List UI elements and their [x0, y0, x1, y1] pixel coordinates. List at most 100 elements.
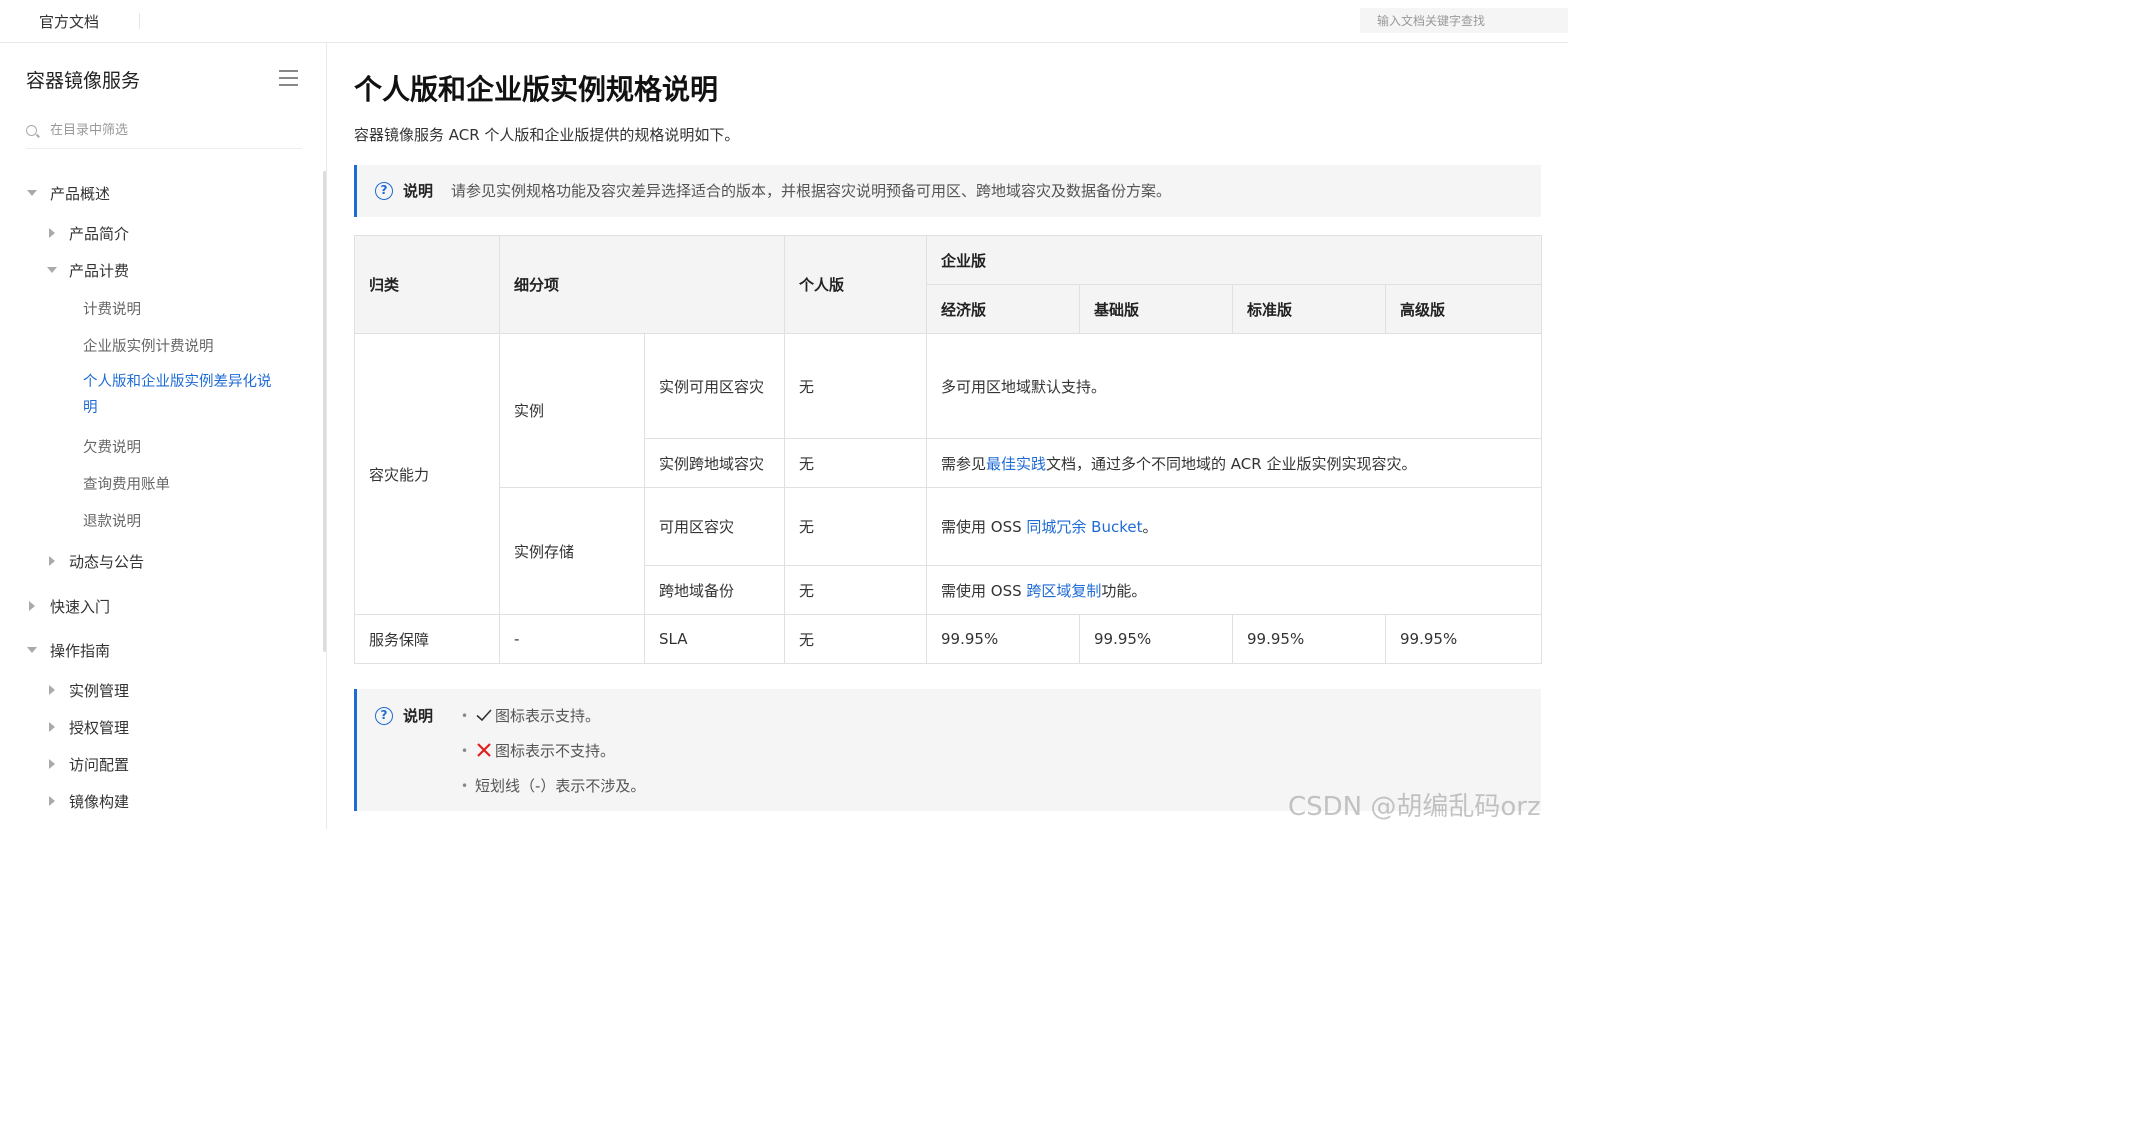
- cell-text: 需使用 OSS: [941, 518, 1027, 536]
- intro-text: 容器镜像服务 ACR 个人版和企业版提供的规格说明如下。: [354, 126, 740, 144]
- cell-text: 需参见: [941, 454, 987, 473]
- spec-table: 归类 细分项 个人版 企业版 经济版 基础版 标准版 高级版 容灾能力 实例 实…: [354, 235, 1542, 664]
- best-practice-link[interactable]: 最佳实践: [986, 455, 1046, 473]
- list-item-text: 短划线（-）表示不涉及。: [475, 777, 646, 795]
- sidebar-filter-input[interactable]: [50, 120, 290, 140]
- header-personal: 个人版: [784, 235, 927, 334]
- cell-text: 文档，通过多个不同地域的 ACR 企业版实例实现容灾。: [1046, 454, 1417, 473]
- top-bar: 官方文档: [0, 0, 1568, 43]
- cell-region-dr-personal: 无: [784, 438, 927, 488]
- caret-right-icon[interactable]: [49, 759, 55, 769]
- sidebar-item-auth[interactable]: 授权管理: [69, 717, 129, 738]
- sidebar-item-refund[interactable]: 退款说明: [83, 510, 141, 531]
- sidebar-filter[interactable]: [26, 116, 302, 149]
- header-enterprise: 企业版: [926, 235, 1542, 285]
- list-item-text: 图标表示不支持。: [495, 742, 616, 760]
- sidebar-item-guide[interactable]: 操作指南: [50, 640, 110, 661]
- doc-search-input[interactable]: [1360, 8, 1568, 33]
- brand-link[interactable]: 官方文档: [39, 11, 99, 32]
- legend-list: 图标表示支持。 图标表示不支持。 短划线（-）表示不涉及。: [461, 705, 646, 810]
- caret-down-icon[interactable]: [27, 190, 37, 196]
- note-label: 说明: [403, 707, 434, 725]
- cell-instance: 实例: [499, 333, 645, 488]
- divider: [139, 13, 140, 29]
- table-row: 服务保障 - SLA 无 99.95% 99.95% 99.95% 99.95%: [354, 614, 1542, 664]
- page-title: 个人版和企业版实例规格说明: [354, 73, 719, 106]
- sidebar-item-build[interactable]: 镜像构建: [69, 791, 129, 812]
- cell-az-dr-enterprise: 多可用区地域默认支持。: [926, 333, 1542, 439]
- cell-region-dr-enterprise: 需参见最佳实践文档，通过多个不同地域的 ACR 企业版实例实现容灾。: [926, 438, 1542, 488]
- cell-text: 需使用 OSS: [941, 581, 1027, 600]
- sidebar-item-enterprise-billing[interactable]: 企业版实例计费说明: [83, 335, 214, 356]
- cell-storage-az: 可用区容灾: [644, 487, 785, 566]
- sidebar-item-arrears[interactable]: 欠费说明: [83, 436, 141, 457]
- sidebar-item-overview[interactable]: 产品概述: [50, 183, 110, 204]
- cell-sla-standard: 99.95%: [1232, 614, 1386, 664]
- list-item: 图标表示不支持。: [461, 740, 645, 775]
- sidebar-item-billing-desc[interactable]: 计费说明: [83, 298, 141, 319]
- cell-az-dr-personal: 无: [784, 333, 927, 439]
- cell-text: 。: [1142, 518, 1158, 536]
- list-item: 短划线（-）表示不涉及。: [461, 775, 646, 810]
- zrs-bucket-link[interactable]: 同城冗余 Bucket: [1026, 518, 1142, 536]
- sidebar-item-quickstart[interactable]: 快速入门: [50, 596, 110, 617]
- caret-right-icon[interactable]: [49, 556, 55, 566]
- cell-az-dr: 实例可用区容灾: [644, 333, 785, 439]
- cell-storage-region-enterprise: 需使用 OSS 跨区域复制功能。: [926, 565, 1542, 615]
- sidebar-item-access[interactable]: 访问配置: [69, 754, 129, 775]
- sidebar-scrollbar[interactable]: [323, 171, 326, 652]
- cell-service: 服务保障: [354, 614, 500, 664]
- cell-sla: SLA: [644, 614, 785, 664]
- sidebar-item-bills[interactable]: 查询费用账单: [83, 473, 170, 494]
- cell-sla-advanced: 99.95%: [1385, 614, 1542, 664]
- header-standard: 标准版: [1232, 284, 1386, 334]
- header-category: 归类: [354, 235, 500, 334]
- question-icon: ?: [375, 182, 393, 200]
- header-basic: 基础版: [1079, 284, 1233, 334]
- cross-icon: [477, 743, 491, 757]
- caret-right-icon[interactable]: [49, 796, 55, 806]
- sidebar-item-intro[interactable]: 产品简介: [69, 223, 129, 244]
- caret-right-icon[interactable]: [49, 685, 55, 695]
- cell-storage: 实例存储: [499, 487, 645, 615]
- header-economy: 经济版: [926, 284, 1080, 334]
- cell-sla-basic: 99.95%: [1079, 614, 1233, 664]
- note-text: 请参见实例规格功能及容灾差异选择适合的版本，并根据容灾说明预备可用区、跨地域容灾…: [451, 182, 1172, 200]
- cell-service-sub: -: [499, 614, 645, 664]
- caret-right-icon[interactable]: [49, 722, 55, 732]
- crr-link[interactable]: 跨区域复制: [1026, 582, 1101, 600]
- question-icon: ?: [375, 707, 393, 725]
- search-icon: [26, 125, 37, 136]
- hamburger-menu-icon[interactable]: [279, 70, 299, 86]
- list-item: 图标表示支持。: [461, 705, 645, 740]
- caret-down-icon[interactable]: [27, 647, 37, 653]
- sidebar-item-instance-mgmt[interactable]: 实例管理: [69, 680, 129, 701]
- cell-dr: 容灾能力: [354, 333, 500, 615]
- cell-sla-economy: 99.95%: [926, 614, 1080, 664]
- cell-storage-region: 跨地域备份: [644, 565, 785, 615]
- cell-storage-region-personal: 无: [784, 565, 927, 615]
- note-label: 说明: [403, 182, 434, 200]
- caret-down-icon[interactable]: [47, 267, 57, 273]
- caret-right-icon[interactable]: [49, 228, 55, 238]
- sidebar-item-news[interactable]: 动态与公告: [69, 551, 144, 572]
- header-subitem: 细分项: [499, 235, 785, 334]
- list-item-text: 图标表示支持。: [495, 707, 601, 725]
- sidebar-item-diff[interactable]: 个人版和企业版实例差异化说明: [83, 369, 283, 421]
- table-row: 实例存储 可用区容灾 无 需使用 OSS 同城冗余 Bucket。: [355, 487, 1542, 615]
- cell-region-dr: 实例跨地域容灾: [644, 438, 785, 488]
- sidebar-item-billing[interactable]: 产品计费: [69, 260, 129, 281]
- caret-right-icon[interactable]: [29, 601, 35, 611]
- cell-storage-az-enterprise: 需使用 OSS 同城冗余 Bucket。: [926, 487, 1542, 566]
- note-box: ? 说明 请参见实例规格功能及容灾差异选择适合的版本，并根据容灾说明预备可用区、…: [354, 165, 1541, 217]
- header-advanced: 高级版: [1385, 284, 1542, 334]
- table-row: 容灾能力 实例 实例可用区容灾 无 多可用区地域默认支持。: [354, 333, 1542, 615]
- cell-sla-personal: 无: [784, 614, 927, 664]
- cell-storage-az-personal: 无: [784, 487, 927, 566]
- cell-text: 功能。: [1101, 581, 1147, 600]
- doc-search[interactable]: [1360, 8, 1568, 33]
- watermark: CSDN @胡编乱码orz: [1288, 792, 1541, 822]
- check-icon: [476, 709, 492, 722]
- sidebar: 容器镜像服务 产品概述 产品简介 产品计费 计费说明 企业版实例计费说明 个人版…: [0, 43, 327, 829]
- sidebar-title: 容器镜像服务: [26, 70, 141, 92]
